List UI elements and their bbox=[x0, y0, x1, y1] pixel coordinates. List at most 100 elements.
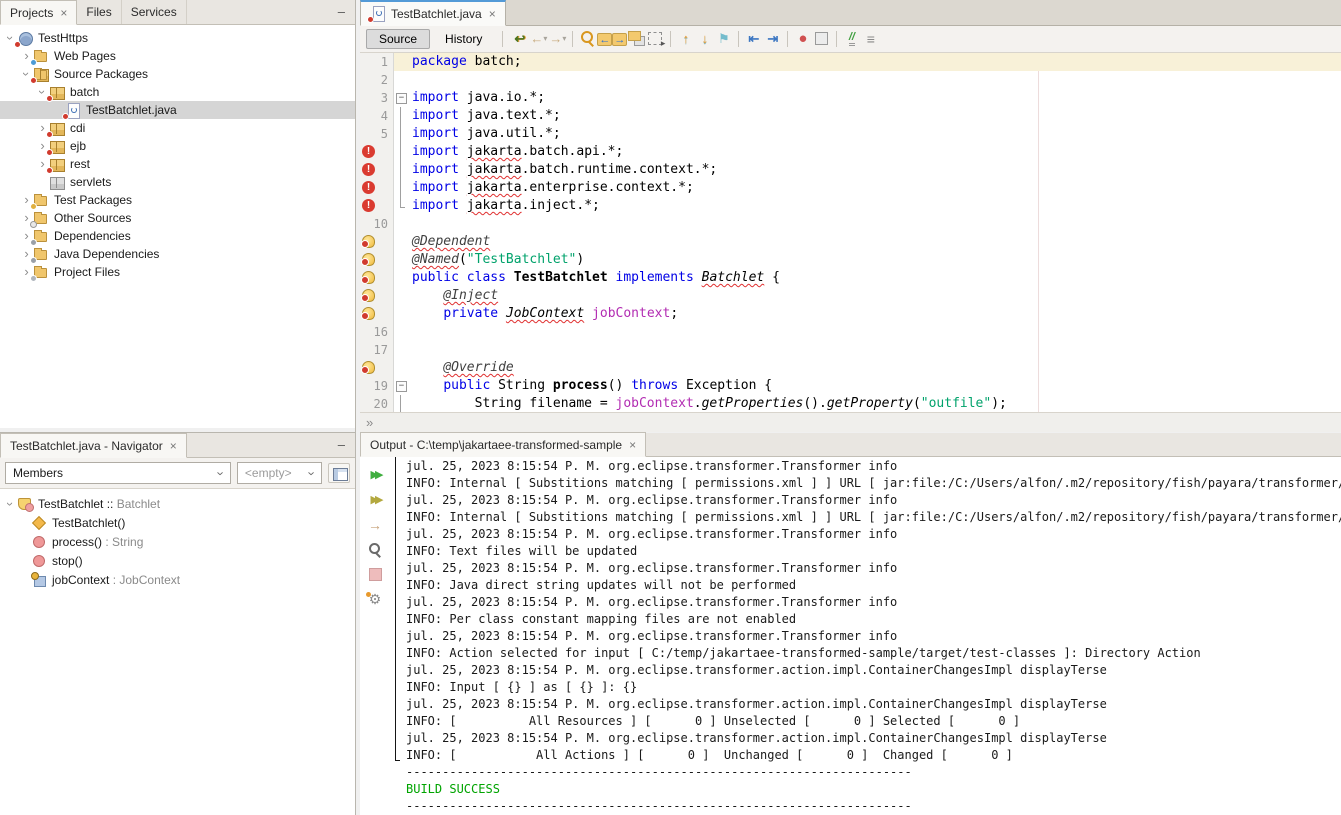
code-text: import jakarta.batch.runtime.context.*; bbox=[407, 161, 1341, 179]
console-line: jul. 25, 2023 8:15:54 P. M. org.eclipse.… bbox=[390, 594, 1341, 611]
comment-icon[interactable] bbox=[842, 29, 861, 48]
hint-error-annotation-icon[interactable] bbox=[362, 235, 375, 248]
search-output-icon[interactable] bbox=[365, 540, 385, 559]
tree-item-batch[interactable]: batch bbox=[0, 83, 355, 101]
rerun-icon[interactable] bbox=[365, 465, 385, 484]
code-fold-line bbox=[394, 359, 407, 377]
minimize-icon[interactable]: – bbox=[338, 4, 345, 19]
console-line: INFO: Internal [ Substitions matching [ … bbox=[390, 509, 1341, 526]
code-text: import jakarta.batch.api.*; bbox=[407, 143, 1341, 161]
tree-item-cdi[interactable]: cdi bbox=[0, 119, 355, 137]
expander-open-icon[interactable] bbox=[4, 499, 17, 509]
tree-item-testhttps[interactable]: TestHttps bbox=[0, 29, 355, 47]
hint-error-annotation-icon[interactable] bbox=[362, 289, 375, 302]
gutter-cell bbox=[360, 161, 394, 179]
inspect-combobox[interactable]: <empty> › bbox=[237, 462, 322, 484]
tree-item-servlets[interactable]: servlets bbox=[0, 173, 355, 191]
back-icon[interactable] bbox=[529, 29, 548, 48]
folder-icon bbox=[33, 49, 49, 64]
nav-item-jobcontext[interactable]: jobContext : JobContext bbox=[0, 570, 355, 589]
error-annotation-icon[interactable] bbox=[362, 199, 375, 212]
hint-error-annotation-icon[interactable] bbox=[362, 253, 375, 266]
tree-item-project-files[interactable]: Project Files bbox=[0, 263, 355, 281]
shift-right-icon[interactable] bbox=[763, 29, 782, 48]
code-line: @Inject bbox=[360, 287, 1341, 305]
show-inherited-members-button[interactable] bbox=[328, 463, 350, 483]
hint-error-annotation-icon[interactable] bbox=[362, 361, 375, 374]
forward-icon[interactable] bbox=[548, 29, 567, 48]
code-fold-icon[interactable] bbox=[394, 377, 407, 395]
history-view-button[interactable]: History bbox=[432, 29, 495, 49]
tree-item-source-packages[interactable]: Source Packages bbox=[0, 65, 355, 83]
nav-item-process[interactable]: process() : String bbox=[0, 532, 355, 551]
next-bookmark-icon[interactable] bbox=[695, 29, 714, 48]
prev-bookmark-icon[interactable] bbox=[676, 29, 695, 48]
toggle-bookmark-icon[interactable] bbox=[714, 29, 733, 48]
package-grey-icon bbox=[49, 175, 65, 190]
nav-item-stop[interactable]: stop() bbox=[0, 551, 355, 570]
close-icon[interactable]: × bbox=[627, 438, 636, 452]
code-text: String filename = jobContext.getProperti… bbox=[407, 395, 1341, 412]
tree-item-test-packages[interactable]: Test Packages bbox=[0, 191, 355, 209]
close-icon[interactable]: × bbox=[487, 7, 496, 21]
tree-item-dependencies[interactable]: Dependencies bbox=[0, 227, 355, 245]
tree-item-ejb[interactable]: ejb bbox=[0, 137, 355, 155]
find-next-icon[interactable] bbox=[612, 33, 627, 46]
tab-label: Projects bbox=[10, 6, 53, 20]
field-icon bbox=[31, 572, 47, 587]
nav-item-testbatchlet[interactable]: TestBatchlet :: Batchlet bbox=[0, 494, 355, 513]
source-view-button[interactable]: Source bbox=[366, 29, 430, 49]
code-line: import jakarta.inject.*; bbox=[360, 197, 1341, 215]
tab-files[interactable]: Files bbox=[77, 0, 121, 24]
tree-item-label: servlets bbox=[65, 175, 111, 189]
stop-macro-icon[interactable] bbox=[812, 29, 831, 48]
code-fold-icon[interactable] bbox=[394, 89, 407, 107]
red-badge-icon bbox=[46, 149, 53, 156]
build-settings-icon[interactable] bbox=[365, 590, 385, 609]
close-icon[interactable]: × bbox=[58, 6, 67, 20]
tab-projects[interactable]: Projects × bbox=[0, 0, 77, 25]
nav-item-label: TestBatchlet() bbox=[47, 516, 125, 530]
tab-services[interactable]: Services bbox=[122, 0, 187, 24]
tree-item-label: Project Files bbox=[49, 265, 120, 279]
stop-build-icon[interactable] bbox=[365, 565, 385, 584]
rerun-debug-icon[interactable] bbox=[365, 490, 385, 509]
tree-item-java-dependencies[interactable]: Java Dependencies bbox=[0, 245, 355, 263]
close-icon[interactable]: × bbox=[168, 439, 177, 453]
error-annotation-icon[interactable] bbox=[362, 163, 375, 176]
code-fold-line bbox=[394, 305, 407, 323]
run-maven-icon[interactable] bbox=[365, 515, 385, 534]
breadcrumb-bar[interactable]: » bbox=[360, 412, 1341, 432]
nav-item-testbatchlet[interactable]: TestBatchlet() bbox=[0, 513, 355, 532]
tree-item-testbatchlet-java[interactable]: TestBatchlet.java bbox=[0, 101, 355, 119]
record-macro-icon[interactable] bbox=[793, 29, 812, 48]
error-annotation-icon[interactable] bbox=[362, 181, 375, 194]
members-filter-combobox[interactable]: Members › bbox=[5, 462, 231, 484]
gutter-cell bbox=[360, 305, 394, 323]
hint-error-annotation-icon[interactable] bbox=[362, 307, 375, 320]
rect-select-icon[interactable] bbox=[646, 29, 665, 48]
tab-testbatchlet-java[interactable]: TestBatchlet.java× bbox=[360, 0, 506, 26]
tree-item-web-pages[interactable]: Web Pages bbox=[0, 47, 355, 65]
tree-item-rest[interactable]: rest bbox=[0, 155, 355, 173]
toggle-highlight-icon[interactable] bbox=[627, 29, 646, 48]
tree-item-other-sources[interactable]: Other Sources bbox=[0, 209, 355, 227]
console-line: INFO: [ All Actions ] [ 0 ] Unchanged [ … bbox=[390, 747, 1341, 764]
hint-error-annotation-icon[interactable] bbox=[362, 271, 375, 284]
shift-left-icon[interactable] bbox=[744, 29, 763, 48]
jump-last-edit-icon[interactable] bbox=[510, 29, 529, 48]
breadcrumb-expand-icon[interactable]: » bbox=[366, 415, 373, 430]
output-console[interactable]: jul. 25, 2023 8:15:54 P. M. org.eclipse.… bbox=[390, 457, 1341, 815]
uncomment-icon[interactable] bbox=[861, 29, 880, 48]
tab-output-c-temp-jakartaee-transformed-sample[interactable]: Output - C:\temp\jakartaee-transformed-s… bbox=[360, 432, 646, 457]
find-prev-icon[interactable] bbox=[597, 33, 612, 46]
code-editor[interactable]: 1package batch;23import java.io.*;4impor… bbox=[360, 53, 1341, 412]
error-annotation-icon[interactable] bbox=[362, 145, 375, 158]
code-line: import jakarta.enterprise.context.*; bbox=[360, 179, 1341, 197]
find-icon[interactable] bbox=[578, 29, 597, 48]
console-line: INFO: Input [ {} ] as [ {} ]: {} bbox=[390, 679, 1341, 696]
minimize-icon[interactable]: – bbox=[338, 437, 345, 452]
tab-testbatchlet-java-navigator[interactable]: TestBatchlet.java - Navigator× bbox=[0, 433, 187, 458]
tree-item-label: TestBatchlet.java bbox=[81, 103, 177, 117]
code-fold-line bbox=[394, 125, 407, 143]
